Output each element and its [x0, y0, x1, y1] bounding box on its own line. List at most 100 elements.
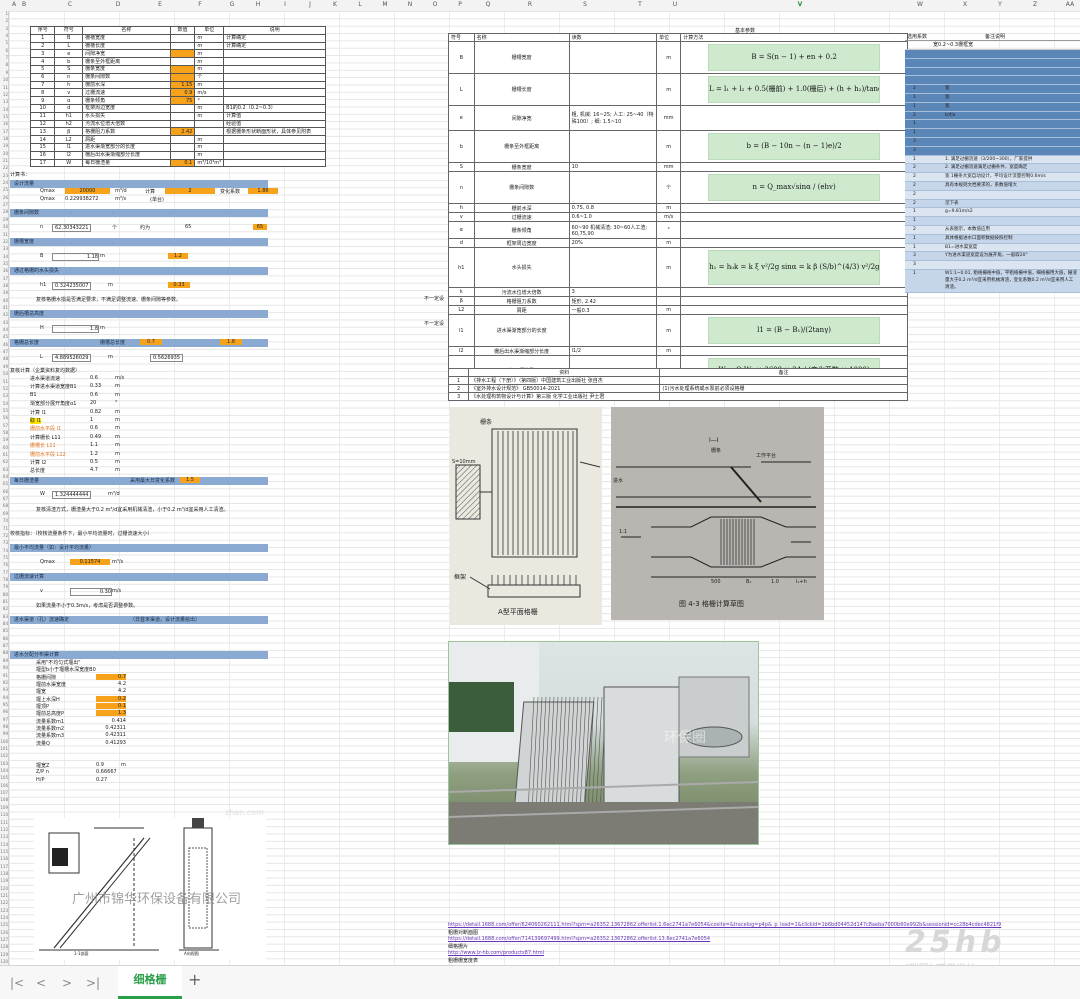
row-header[interactable]: 95	[0, 702, 8, 707]
row-header[interactable]: 126	[0, 930, 8, 935]
column-header-n[interactable]: N	[408, 1, 413, 8]
formula-cell[interactable]	[680, 305, 908, 315]
params-cell[interactable]	[223, 135, 326, 144]
row-header[interactable]: 69	[0, 511, 8, 516]
row-header[interactable]: 2	[0, 18, 8, 23]
last-sheet-icon[interactable]: >|	[86, 976, 100, 990]
params-cell[interactable]: 9	[29, 96, 56, 105]
params-cell[interactable]: b	[54, 57, 84, 66]
row-header[interactable]: 124	[0, 915, 8, 920]
basic-cell[interactable]: 栅条间隙数	[473, 171, 570, 204]
basic-cell[interactable]: m	[656, 346, 682, 356]
basic-cell[interactable]: m/s	[656, 212, 682, 222]
params-cell[interactable]	[223, 64, 326, 74]
row-header[interactable]: 8	[0, 62, 8, 67]
row-header[interactable]: 15	[0, 114, 8, 119]
basic-cell[interactable]: 屑距	[473, 305, 570, 315]
params-cell[interactable]: 栅条间隙数	[82, 72, 171, 82]
basic-cell[interactable]	[568, 247, 658, 288]
row-header[interactable]: 57	[0, 423, 8, 428]
params-cell[interactable]: 7	[29, 80, 56, 90]
row-header[interactable]: 64	[0, 474, 8, 479]
row-header[interactable]: 59	[0, 437, 8, 442]
column-header-a[interactable]: A	[12, 1, 16, 8]
row-header[interactable]: 1	[0, 11, 8, 16]
params-cell[interactable]	[169, 103, 196, 113]
row-header[interactable]: 53	[0, 393, 8, 398]
row-header[interactable]: 23	[0, 173, 8, 178]
row-header[interactable]: 109	[0, 805, 8, 810]
row-header[interactable]: 71	[0, 526, 8, 531]
basic-cell[interactable]: l1	[448, 314, 475, 347]
params-cell[interactable]: 17	[29, 158, 56, 168]
params-cell[interactable]: 计算确定	[223, 33, 326, 43]
params-cell[interactable]	[223, 96, 326, 105]
column-header-i[interactable]: I	[284, 1, 286, 8]
params-cell[interactable]: 污流水位增大倍数	[82, 119, 171, 129]
params-cell[interactable]	[169, 33, 196, 43]
row-header[interactable]: 40	[0, 298, 8, 303]
basic-cell[interactable]: 栅条宽度	[473, 162, 570, 172]
params-cell[interactable]: 水头损失	[82, 111, 171, 121]
row-header[interactable]: 113	[0, 834, 8, 839]
row-header[interactable]: 72	[0, 533, 8, 538]
params-cell[interactable]	[169, 135, 196, 144]
basic-cell[interactable]: 栅槽长度	[473, 73, 570, 106]
params-cell[interactable]: S	[54, 64, 84, 74]
row-header[interactable]: 114	[0, 842, 8, 847]
basic-cell[interactable]: 粗, 机械: 16~25; 人工: 25~40（特殊100）; 细: 1.5~1…	[568, 105, 658, 131]
column-header-j[interactable]: J	[309, 1, 311, 8]
column-header-t[interactable]: T	[638, 1, 642, 8]
params-cell[interactable]	[169, 49, 196, 59]
row-header[interactable]: 74	[0, 548, 8, 553]
params-cell[interactable]: m	[194, 142, 225, 152]
refs-cell[interactable]: 《室外排水设计规范》 GB50014-2021	[468, 384, 661, 393]
params-cell[interactable]: 进水渠渐宽部分的长度	[82, 142, 171, 152]
row-header[interactable]: 98	[0, 724, 8, 729]
basic-cell[interactable]: h1	[448, 247, 475, 288]
row-header[interactable]: 41	[0, 305, 8, 310]
refs-cell[interactable]: 1	[447, 376, 470, 385]
row-header[interactable]: 122	[0, 900, 8, 905]
row-header[interactable]: 119	[0, 878, 8, 883]
basic-cell[interactable]: 栅条倾角	[473, 221, 570, 239]
params-cell[interactable]: m	[194, 33, 225, 43]
params-cell[interactable]: 框架周边宽度	[82, 103, 171, 113]
row-header[interactable]: 4	[0, 33, 8, 38]
row-header-bar[interactable]: 1 2 3 4 5 6 7 8 9 10 11 12 13 14 15 16 17 18 19 20 21 22 23 24 2…	[0, 11, 9, 965]
row-header[interactable]: 127	[0, 937, 8, 942]
params-cell[interactable]	[169, 41, 196, 51]
params-cell[interactable]: B	[54, 33, 84, 43]
params-cell[interactable]: 10	[29, 103, 56, 113]
params-cell[interactable]	[169, 119, 196, 129]
row-header[interactable]: 84	[0, 621, 8, 626]
row-header[interactable]: 48	[0, 356, 8, 361]
basic-cell[interactable]: 个	[656, 171, 682, 204]
qmax-value[interactable]: 20000	[65, 188, 110, 194]
params-cell[interactable]: 栅后出水渠渐缩部分长度	[82, 150, 171, 160]
basic-cell[interactable]: L	[448, 73, 475, 106]
basic-cell[interactable]: 一般0.3	[568, 305, 658, 315]
formula-cell[interactable]	[680, 296, 908, 306]
basic-cell[interactable]: 进水渠渐宽部分的长度	[473, 314, 570, 347]
formula-cell[interactable]: B = S(n − 1) + en + 0.2	[680, 41, 908, 74]
params-cell[interactable]: l2	[54, 150, 84, 160]
row-header[interactable]: 28	[0, 209, 8, 214]
row-header[interactable]: 111	[0, 820, 8, 825]
formula-cell[interactable]	[680, 105, 908, 131]
basic-cell[interactable]: 过栅流速	[473, 212, 570, 222]
row-header[interactable]: 80	[0, 592, 8, 597]
row-header[interactable]: 46	[0, 342, 8, 347]
h1-round[interactable]: 0.33	[168, 282, 190, 288]
basic-cell[interactable]: e	[448, 105, 475, 131]
params-cell[interactable]: 15	[29, 142, 56, 152]
basic-cell[interactable]	[656, 287, 682, 297]
row-header[interactable]: 11	[0, 85, 8, 90]
params-cell[interactable]	[169, 150, 196, 160]
row-header[interactable]: 21	[0, 158, 8, 163]
row-header[interactable]: 82	[0, 606, 8, 611]
column-header-k[interactable]: K	[333, 1, 337, 8]
params-cell[interactable]: 屑距	[82, 135, 171, 144]
params-cell[interactable]	[223, 80, 326, 90]
basic-cell[interactable]: 10	[568, 162, 658, 172]
